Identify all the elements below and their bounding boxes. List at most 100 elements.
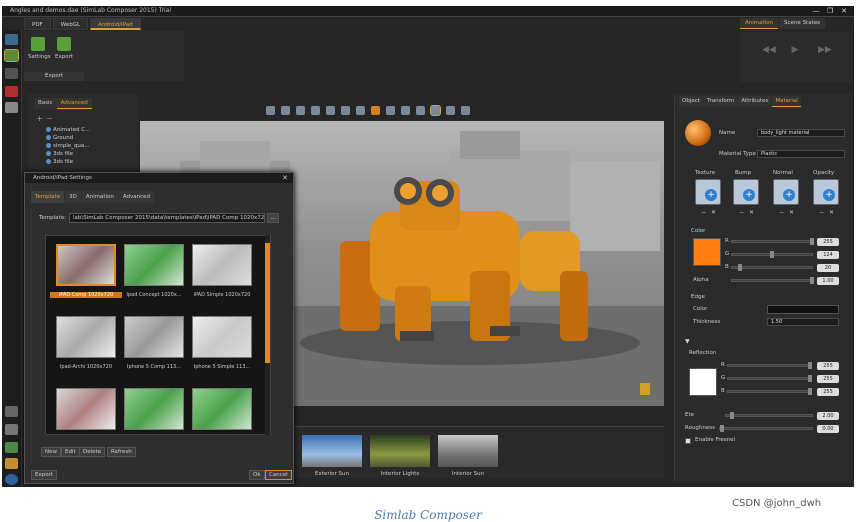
tab-material[interactable]: Material xyxy=(772,96,801,107)
tab-dialog-animation[interactable]: Animation xyxy=(81,191,118,203)
scene-icon[interactable] xyxy=(5,34,18,45)
refl-b-slider[interactable] xyxy=(727,388,812,395)
select-icon[interactable] xyxy=(430,105,441,116)
b-slider[interactable] xyxy=(731,264,813,271)
g-slider[interactable] xyxy=(731,251,813,258)
template-thumbnail[interactable] xyxy=(124,388,184,430)
alpha-slider[interactable] xyxy=(731,277,814,284)
opacity-slot[interactable]: + xyxy=(813,179,839,205)
minus-icon[interactable]: − xyxy=(701,209,706,216)
close-button[interactable]: ✕ xyxy=(838,7,850,16)
tree-item[interactable]: 3ds file xyxy=(46,159,73,165)
tab-attributes[interactable]: Attributes xyxy=(738,96,772,107)
browse-button[interactable]: ... xyxy=(267,213,279,223)
remove-icon[interactable]: − xyxy=(46,114,53,123)
tab-webgl[interactable]: WebGL xyxy=(52,18,89,30)
document-icon[interactable] xyxy=(5,102,18,113)
template-thumbnail[interactable] xyxy=(56,388,116,430)
normal-slot[interactable]: + xyxy=(773,179,799,205)
close-icon[interactable]: ✕ xyxy=(711,209,716,216)
template-path-field[interactable]: lab\SimLab Composer 2015\data\templates\… xyxy=(69,213,265,223)
gear-icon[interactable] xyxy=(5,406,18,417)
dialog-close-icon[interactable]: ✕ xyxy=(280,173,290,183)
redo-icon[interactable] xyxy=(416,106,425,115)
export-dialog-button[interactable]: Export xyxy=(31,470,58,480)
tab-advanced[interactable]: Advanced xyxy=(56,98,92,109)
r-value[interactable]: 255 xyxy=(817,238,839,246)
minimize-button[interactable]: — xyxy=(810,7,822,16)
material-type-select[interactable]: Plastic xyxy=(757,150,845,158)
color-swatch[interactable] xyxy=(693,238,721,266)
layers-icon[interactable] xyxy=(5,424,18,435)
hand-icon[interactable] xyxy=(281,106,290,115)
settings-button[interactable]: Settings xyxy=(28,37,51,60)
minus-icon[interactable]: − xyxy=(819,209,824,216)
cancel-button[interactable]: Cancel xyxy=(265,470,292,480)
ete-value[interactable]: 2.00 xyxy=(817,412,839,420)
tab-android-ipad[interactable]: Android/iPad xyxy=(90,18,141,30)
minus-icon[interactable]: − xyxy=(739,209,744,216)
refresh-button[interactable]: Refresh xyxy=(107,447,136,457)
tab-pdf[interactable]: PDF xyxy=(24,18,51,30)
zoom-fit-icon[interactable] xyxy=(296,106,305,115)
material-name-field[interactable]: body_light material xyxy=(757,129,845,137)
g-value[interactable]: 124 xyxy=(817,251,839,259)
template-thumbnail[interactable] xyxy=(56,316,116,358)
refl-r-slider[interactable] xyxy=(727,362,812,369)
refl-g-value[interactable]: 255 xyxy=(817,375,839,383)
share-icon[interactable] xyxy=(4,49,19,62)
thumbnail-image[interactable] xyxy=(370,435,430,467)
tree-item[interactable]: Ground xyxy=(46,135,73,141)
edit-button[interactable]: Edit xyxy=(61,447,80,457)
template-thumbnail[interactable] xyxy=(124,244,184,286)
tab-template[interactable]: Template xyxy=(31,191,65,203)
close-icon[interactable]: ✕ xyxy=(749,209,754,216)
roughness-slider[interactable] xyxy=(719,425,813,432)
refl-b-value[interactable]: 255 xyxy=(817,388,839,396)
bump-slot[interactable]: + xyxy=(733,179,759,205)
gallery-scrollbar[interactable] xyxy=(265,235,270,435)
scrollbar-thumb[interactable] xyxy=(265,243,270,363)
view-icon[interactable] xyxy=(326,106,335,115)
forward-icon[interactable]: ▶▶ xyxy=(818,46,832,55)
transform-icon[interactable] xyxy=(461,106,470,115)
record-icon[interactable] xyxy=(5,86,18,97)
tab-dialog-advanced[interactable]: Advanced xyxy=(118,191,155,203)
restore-button[interactable]: ❐ xyxy=(824,7,836,16)
template-thumbnail[interactable] xyxy=(124,316,184,358)
template-thumbnail[interactable] xyxy=(56,244,116,286)
template-thumbnail[interactable] xyxy=(192,316,252,358)
tree-item[interactable]: simple_qua... xyxy=(46,143,90,149)
pencil-icon[interactable] xyxy=(266,106,275,115)
zoom-icon[interactable] xyxy=(311,106,320,115)
thumbnail-image[interactable] xyxy=(302,435,362,467)
ete-slider[interactable] xyxy=(725,412,813,419)
tab-object[interactable]: Object xyxy=(679,96,703,107)
collapse-icon[interactable]: ▼ xyxy=(685,338,690,345)
rewind-icon[interactable]: ◀◀ xyxy=(762,46,776,55)
tab-basic[interactable]: Basic xyxy=(34,98,57,109)
new-button[interactable]: New xyxy=(41,447,61,457)
texture-slot[interactable]: + xyxy=(695,179,721,205)
add-icon[interactable]: + xyxy=(36,114,43,123)
tab-transform[interactable]: Transform xyxy=(703,96,738,107)
tab-3d[interactable]: 3D xyxy=(65,191,81,203)
delete-button[interactable]: Delete xyxy=(79,447,106,457)
pan-icon[interactable] xyxy=(446,106,455,115)
b-value[interactable]: 20 xyxy=(817,264,839,272)
fresnel-checkbox[interactable] xyxy=(685,438,691,444)
status-icon[interactable] xyxy=(5,442,18,453)
camera-icon[interactable] xyxy=(5,68,18,79)
tab-scene-states[interactable]: Scene States xyxy=(779,18,825,29)
roughness-value[interactable]: 0.00 xyxy=(817,425,839,433)
tab-animation[interactable]: Animation xyxy=(740,18,779,29)
tree-item[interactable]: 3ds file xyxy=(46,151,73,157)
r-slider[interactable] xyxy=(731,238,814,245)
render-icon[interactable] xyxy=(386,106,395,115)
camera-icon[interactable] xyxy=(356,106,365,115)
pointer-icon[interactable] xyxy=(5,458,18,469)
alpha-value[interactable]: 1.00 xyxy=(817,277,839,285)
close-icon[interactable]: ✕ xyxy=(829,209,834,216)
ok-button[interactable]: Ok xyxy=(249,470,265,480)
template-thumbnail[interactable] xyxy=(192,244,252,286)
